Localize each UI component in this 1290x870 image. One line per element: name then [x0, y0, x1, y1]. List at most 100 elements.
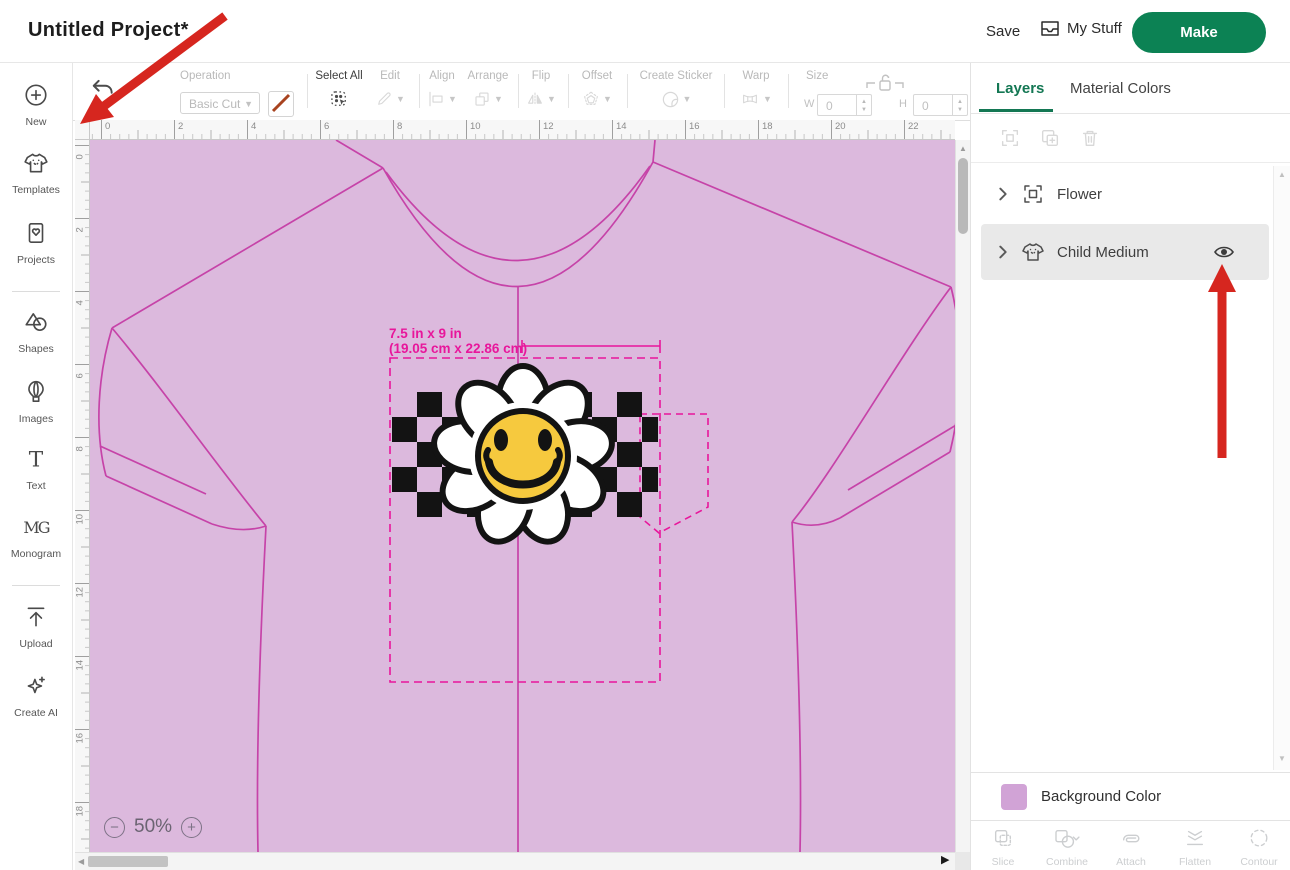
- svg-text:T: T: [29, 448, 44, 472]
- horizontal-scrollbar[interactable]: ◀: [75, 852, 955, 870]
- sidebar-item-projects[interactable]: Projects: [0, 220, 72, 266]
- height-stepper[interactable]: ▲▼: [953, 94, 968, 116]
- sidebar-item-images[interactable]: Images: [0, 379, 72, 425]
- save-button[interactable]: Save: [986, 23, 1020, 40]
- slice-button[interactable]: Slice: [971, 821, 1035, 870]
- zoom-out-button[interactable]: −: [104, 817, 125, 838]
- layer-row-flower[interactable]: Flower: [981, 166, 1269, 222]
- warp-icon: [740, 90, 760, 108]
- delete-trash-icon[interactable]: [1079, 127, 1101, 149]
- scroll-left-icon[interactable]: ◀: [78, 857, 84, 866]
- layer-name: Flower: [1057, 186, 1102, 203]
- ruler-number: 2: [75, 221, 86, 233]
- tshirt-layer-icon: [1021, 240, 1045, 264]
- tab-material-colors[interactable]: Material Colors: [1070, 80, 1171, 97]
- width-input[interactable]: 0: [817, 94, 857, 116]
- design-canvas[interactable]: 7.5 in x 9 in (19.05 cm x 22.86 cm) − 50…: [90, 140, 955, 852]
- ruler-number: 10: [470, 121, 481, 132]
- scrollbar-corner: [955, 852, 970, 870]
- operation-select[interactable]: Basic Cut ▼: [180, 92, 260, 114]
- attach-button[interactable]: Attach: [1099, 821, 1163, 870]
- scroll-down-icon[interactable]: ▼: [1278, 754, 1286, 763]
- my-stuff-label: My Stuff: [1067, 20, 1122, 37]
- sidebar: New Templates Projects Shapes Images T T…: [0, 62, 73, 870]
- sticker-icon: [661, 90, 680, 109]
- horizontal-scrollbar-thumb[interactable]: [88, 856, 168, 867]
- select-all-group[interactable]: Select All: [314, 70, 364, 111]
- images-balloon-icon: [23, 379, 49, 405]
- combine-button[interactable]: Combine: [1035, 821, 1099, 870]
- sidebar-item-label: Text: [0, 480, 72, 492]
- undo-button[interactable]: [90, 76, 116, 107]
- operation-value: Basic Cut: [189, 97, 240, 111]
- ruler-number: 6: [75, 367, 86, 379]
- tab-layers[interactable]: Layers: [996, 80, 1044, 97]
- chevron-right-icon[interactable]: [997, 187, 1009, 201]
- warp-group[interactable]: Warp ▼: [730, 70, 782, 111]
- create-sticker-label: Create Sticker: [633, 70, 719, 82]
- offset-label: Offset: [574, 70, 620, 82]
- background-color-row: Background Color: [971, 772, 1290, 820]
- zoom-in-button[interactable]: +: [181, 817, 202, 838]
- scroll-up-icon[interactable]: ▲: [1278, 170, 1286, 179]
- sidebar-item-label: Templates: [0, 184, 72, 196]
- sidebar-item-label: Projects: [0, 254, 72, 266]
- color-swatch-button[interactable]: [268, 91, 294, 117]
- dimension-indicator: [522, 340, 660, 353]
- slice-icon: [992, 827, 1014, 849]
- sidebar-item-text[interactable]: T Text: [0, 446, 72, 492]
- attach-paperclip-icon: [1119, 827, 1143, 849]
- edit-group[interactable]: Edit ▼: [368, 70, 412, 111]
- my-stuff-button[interactable]: My Stuff: [1040, 20, 1122, 37]
- arrange-group[interactable]: Arrange ▼: [464, 70, 512, 111]
- ruler-number: 16: [75, 732, 86, 744]
- chevron-down-icon: ▼: [683, 94, 692, 104]
- warp-label: Warp: [730, 70, 782, 82]
- smiley-left-eye: [494, 429, 508, 451]
- duplicate-icon[interactable]: [1039, 127, 1061, 149]
- align-group[interactable]: Align ▼: [424, 70, 460, 111]
- offset-group[interactable]: Offset ▼: [574, 70, 620, 111]
- vertical-scrollbar[interactable]: ▲: [955, 140, 970, 852]
- group-layers-icon[interactable]: [999, 127, 1021, 149]
- layer-list-scrollbar[interactable]: ▲ ▼: [1273, 166, 1290, 770]
- chevron-right-icon[interactable]: [997, 245, 1009, 259]
- shapes-icon: [23, 309, 49, 335]
- sidebar-item-monogram[interactable]: MG Monogram: [0, 514, 72, 560]
- ruler-number: 6: [324, 121, 329, 132]
- background-color-swatch[interactable]: [1001, 784, 1027, 810]
- sidebar-item-templates[interactable]: Templates: [0, 150, 72, 196]
- ruler-number: 18: [75, 805, 86, 817]
- chevron-down-icon: ▼: [448, 94, 457, 104]
- flatten-button[interactable]: Flatten: [1163, 821, 1227, 870]
- lock-aspect-icon[interactable]: [863, 72, 907, 94]
- ruler-number: 20: [835, 121, 846, 132]
- create-sticker-group[interactable]: Create Sticker ▼: [633, 70, 719, 111]
- operation-label: Operation: [180, 70, 295, 82]
- layer-actions-bar: Slice Combine Attach Flatten Contour: [971, 820, 1290, 870]
- sidebar-item-new[interactable]: New: [0, 82, 72, 128]
- contour-button[interactable]: Contour: [1227, 821, 1290, 870]
- chevron-down-icon: ▼: [494, 94, 503, 104]
- layer-row-child-medium[interactable]: Child Medium: [981, 224, 1269, 280]
- vertical-scrollbar-thumb[interactable]: [958, 158, 968, 234]
- flip-group[interactable]: Flip ▼: [522, 70, 560, 111]
- flatten-icon: [1183, 827, 1207, 849]
- sidebar-divider: [12, 291, 60, 292]
- height-input[interactable]: 0: [913, 94, 953, 116]
- visibility-eye-icon[interactable]: [1213, 244, 1235, 260]
- width-stepper[interactable]: ▲▼: [857, 94, 872, 116]
- sidebar-item-shapes[interactable]: Shapes: [0, 309, 72, 355]
- flower-design[interactable]: [430, 366, 616, 549]
- make-button[interactable]: Make: [1132, 12, 1266, 53]
- ruler-vertical: 024681012141618: [75, 140, 90, 852]
- scroll-up-icon[interactable]: ▲: [959, 144, 967, 153]
- chevron-down-icon: ▼: [547, 94, 556, 104]
- ruler-number: 14: [616, 121, 627, 132]
- sidebar-item-create-ai[interactable]: Create AI: [0, 673, 72, 719]
- sidebar-item-upload[interactable]: Upload: [0, 604, 72, 650]
- arrange-icon: [473, 90, 491, 108]
- active-tab-underline: [979, 109, 1053, 112]
- operation-group: Operation Basic Cut ▼: [180, 70, 295, 82]
- ruler-number: 18: [762, 121, 773, 132]
